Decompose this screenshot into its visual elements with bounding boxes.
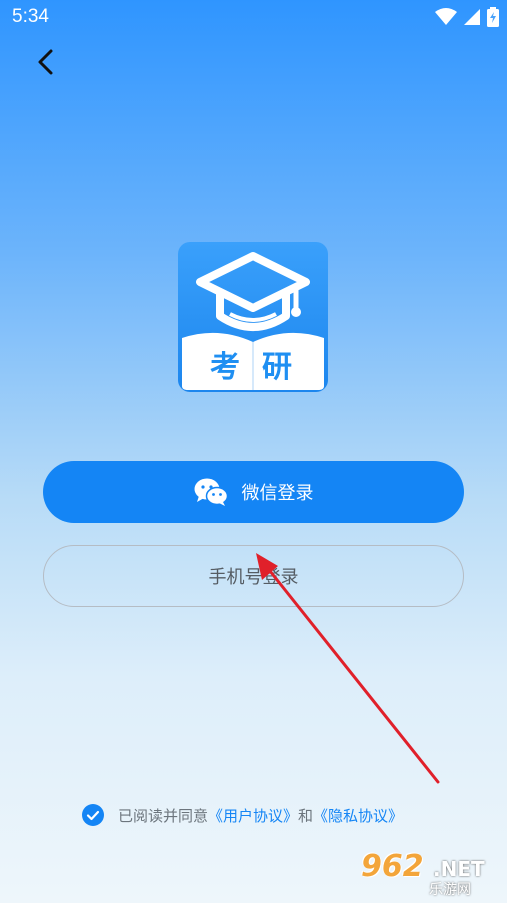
user-agreement-link[interactable]: 《用户协议》 — [208, 805, 298, 826]
privacy-agreement-link[interactable]: 《隐私协议》 — [313, 805, 403, 826]
phone-login-label: 手机号登录 — [208, 567, 299, 588]
agreement-prefix: 已阅读并同意 — [118, 806, 209, 825]
watermark-site: 乐游网 — [429, 882, 471, 898]
status-time: 5:34 — [12, 6, 49, 27]
watermark-logo: 962 .NET 乐游网 — [359, 849, 499, 898]
back-button[interactable] — [28, 44, 64, 80]
wechat-icon — [194, 478, 228, 506]
annotation-arrow — [256, 553, 440, 784]
watermark-number: 962 — [361, 849, 424, 884]
phone-login-button[interactable]: 手机号登录 — [43, 545, 464, 607]
wifi-icon — [435, 8, 457, 25]
cellular-signal-icon — [464, 9, 480, 25]
status-bar: 5:34 — [0, 0, 507, 36]
wechat-login-label: 微信登录 — [241, 483, 314, 504]
chevron-left-icon — [38, 49, 53, 75]
wechat-login-button[interactable]: 微信登录 — [43, 461, 464, 523]
watermark-suffix: .NET — [433, 857, 485, 881]
agreement-checkbox[interactable] — [82, 804, 104, 826]
agreement-row: 已阅读并同意 《用户协议》 和 《隐私协议》 — [82, 803, 403, 827]
app-logo: 考研 — [178, 242, 328, 392]
agreement-conjunction: 和 — [298, 806, 314, 825]
logo-text: 考研 — [210, 350, 314, 385]
status-icons — [435, 7, 499, 27]
battery-icon — [487, 7, 499, 27]
